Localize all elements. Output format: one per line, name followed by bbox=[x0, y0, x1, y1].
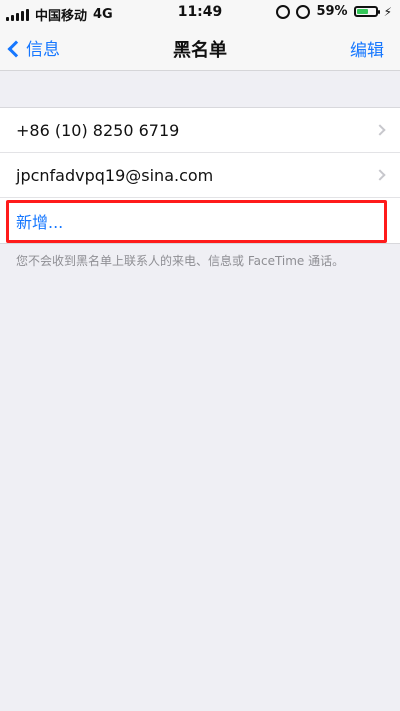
chevron-right-icon bbox=[374, 124, 386, 136]
blocked-contact-row-email[interactable]: jpcnfadvpq19@sina.com bbox=[0, 153, 400, 198]
rotation-lock-icon bbox=[276, 4, 291, 19]
status-right: 59% ⚡ bbox=[276, 4, 392, 19]
battery-percent: 59% bbox=[316, 4, 348, 19]
edit-button[interactable]: 编辑 bbox=[350, 36, 384, 61]
add-new-label: 新增... bbox=[16, 212, 64, 232]
battery-icon bbox=[353, 6, 380, 17]
blocked-contact-row-phone[interactable]: +86 (10) 8250 6719 bbox=[0, 108, 400, 153]
add-new-button[interactable]: 新增... bbox=[0, 198, 400, 243]
navigation-bar: 信息 黑名单 编辑 bbox=[0, 26, 400, 71]
blocked-contacts-list: +86 (10) 8250 6719 jpcnfadvpq19@sina.com… bbox=[0, 107, 400, 244]
alarm-icon bbox=[296, 4, 311, 19]
status-bar: 中国移动 4G 11:49 59% ⚡ bbox=[0, 0, 400, 26]
footer-note: 您不会收到黑名单上联系人的来电、信息或 FaceTime 通话。 bbox=[16, 254, 345, 268]
page-title: 黑名单 bbox=[173, 40, 227, 61]
blocked-contact-email: jpcnfadvpq19@sina.com bbox=[16, 165, 214, 185]
blocked-contact-phone: +86 (10) 8250 6719 bbox=[16, 120, 180, 140]
chevron-right-icon bbox=[374, 169, 386, 181]
charging-icon: ⚡ bbox=[383, 4, 392, 19]
battery-fill bbox=[356, 9, 369, 14]
